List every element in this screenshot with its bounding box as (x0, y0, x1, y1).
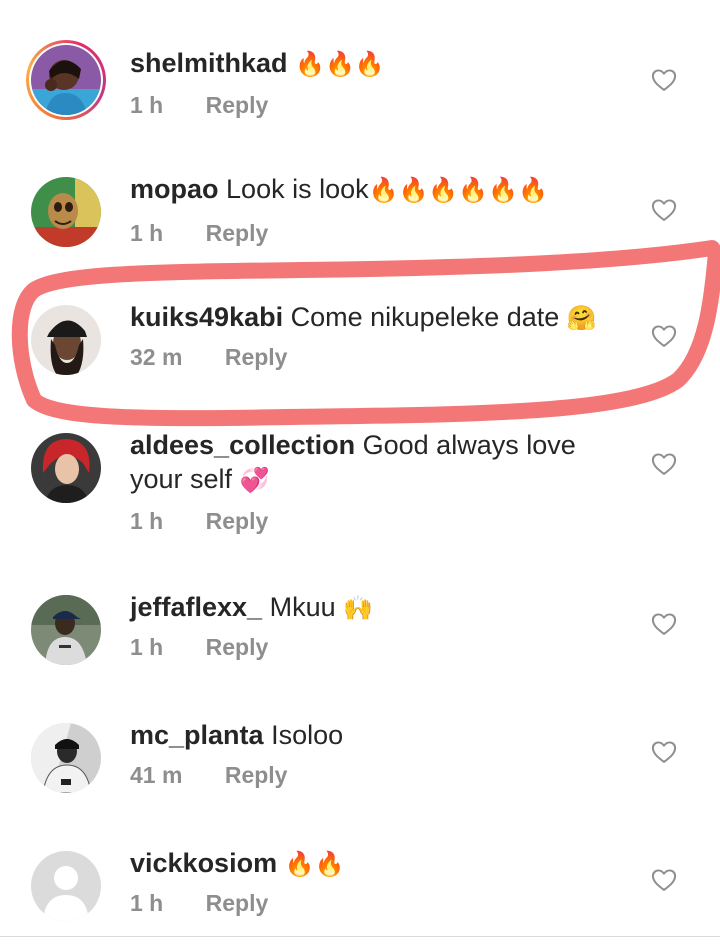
comment-item: mopao Look is look🔥🔥🔥🔥🔥🔥 1 h Reply (0, 172, 720, 272)
comment-body: shelmithkad 🔥🔥🔥 (130, 46, 630, 82)
person-in-hat-avatar (31, 305, 101, 375)
timestamp: 1 h (130, 508, 164, 534)
timestamp: 1 h (130, 220, 164, 246)
heart-outline-icon[interactable] (650, 738, 678, 766)
username-link[interactable]: aldees_collection (130, 430, 355, 460)
comment-text: Isoloo (271, 720, 344, 750)
cartoon-character-avatar (31, 177, 101, 247)
comment-body: vickkosiom 🔥🔥 (130, 846, 630, 882)
comment-item: shelmithkad 🔥🔥🔥 1 h Reply (0, 40, 720, 140)
comment-body: aldees_collection Good always love your … (130, 428, 590, 498)
comment-meta: 1 h Reply (130, 92, 268, 119)
man-bw-photo-avatar (31, 723, 101, 793)
avatar[interactable] (26, 846, 106, 926)
comment-meta: 41 m Reply (130, 762, 287, 789)
heart-outline-icon[interactable] (650, 866, 678, 894)
heart-outline-icon[interactable] (650, 450, 678, 478)
comment-meta: 1 h Reply (130, 890, 268, 917)
fire-emoji: 🔥🔥 (284, 851, 345, 878)
reply-button[interactable]: Reply (225, 762, 288, 789)
avatar[interactable] (26, 300, 106, 380)
heart-outline-icon[interactable] (650, 196, 678, 224)
fire-emoji: 🔥🔥🔥🔥🔥🔥 (368, 177, 548, 204)
comment-meta: 1 h Reply (130, 634, 268, 661)
man-cap-avatar (31, 595, 101, 665)
raising-hands-emoji: 🙌 (343, 595, 374, 622)
username-link[interactable]: mopao (130, 174, 219, 204)
timestamp: 1 h (130, 890, 164, 916)
username-link[interactable]: vickkosiom (130, 848, 277, 878)
comment-meta: 1 h Reply (130, 220, 268, 247)
username-link[interactable]: shelmithkad (130, 48, 288, 78)
heart-outline-icon[interactable] (650, 322, 678, 350)
username-link[interactable]: mc_planta (130, 720, 264, 750)
avatar[interactable] (26, 590, 106, 670)
comment-item: kuiks49kabi Come nikupeleke date 🤗 32 m … (0, 300, 720, 400)
reply-button[interactable]: Reply (206, 220, 269, 247)
avatar[interactable] (26, 40, 106, 120)
comment-body: mopao Look is look🔥🔥🔥🔥🔥🔥 (130, 172, 630, 208)
username-link[interactable]: kuiks49kabi (130, 302, 283, 332)
fire-emoji: 🔥🔥🔥 (295, 51, 385, 78)
avatar[interactable] (26, 718, 106, 798)
reply-button[interactable]: Reply (206, 634, 269, 661)
comment-meta: 32 m Reply (130, 344, 287, 371)
comment-meta: 1 h Reply (130, 508, 268, 535)
timestamp: 32 m (130, 344, 183, 370)
default-user-avatar (31, 851, 101, 921)
woman-portrait-avatar (31, 45, 101, 115)
comment-body: kuiks49kabi Come nikupeleke date 🤗 (130, 300, 630, 336)
comment-item: mc_planta Isoloo 41 m Reply (0, 718, 720, 818)
reply-button[interactable]: Reply (206, 92, 269, 119)
timestamp: 1 h (130, 92, 164, 118)
username-link[interactable]: jeffaflexx_ (130, 592, 262, 622)
comment-text: Mkuu (269, 592, 336, 622)
woman-red-hair-avatar (31, 433, 101, 503)
revolving-hearts-emoji: 💞 (239, 467, 270, 494)
timestamp: 1 h (130, 634, 164, 660)
comment-body: jeffaflexx_ Mkuu 🙌 (130, 590, 630, 626)
comment-text: Come nikupeleke date (290, 302, 560, 332)
comment-item: vickkosiom 🔥🔥 1 h Reply (0, 846, 720, 936)
timestamp: 41 m (130, 762, 183, 788)
reply-button[interactable]: Reply (206, 508, 269, 535)
reply-button[interactable]: Reply (206, 890, 269, 917)
avatar[interactable] (26, 428, 106, 508)
comment-item: aldees_collection Good always love your … (0, 428, 720, 548)
heart-outline-icon[interactable] (650, 610, 678, 638)
reply-button[interactable]: Reply (225, 344, 288, 371)
comment-body: mc_planta Isoloo (130, 718, 630, 752)
comment-item: jeffaflexx_ Mkuu 🙌 1 h Reply (0, 590, 720, 690)
comment-text: Look is look (226, 174, 369, 204)
divider (0, 936, 720, 937)
hugging-face-emoji: 🤗 (566, 305, 597, 332)
comments-list: shelmithkad 🔥🔥🔥 1 h Reply mopao Look is … (0, 0, 720, 944)
heart-outline-icon[interactable] (650, 66, 678, 94)
avatar[interactable] (26, 172, 106, 252)
